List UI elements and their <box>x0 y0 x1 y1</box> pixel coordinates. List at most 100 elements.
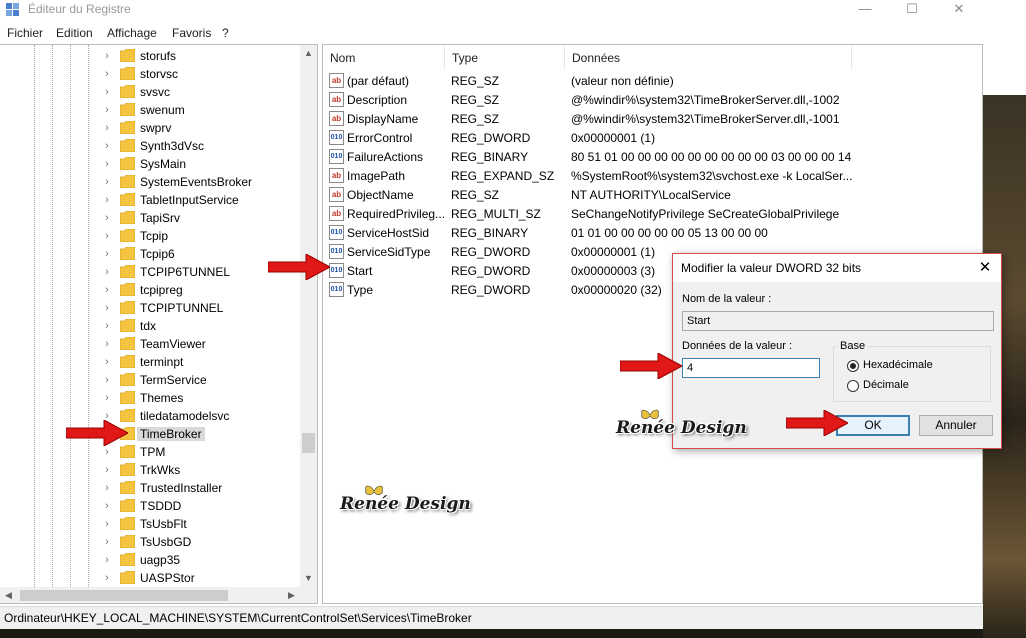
tree-item[interactable]: › TrkWks <box>0 461 300 479</box>
chevron-right-icon[interactable]: › <box>102 554 112 566</box>
scroll-down-icon[interactable]: ▼ <box>300 570 317 587</box>
tree-item[interactable]: ›TimeBroker <box>0 425 300 443</box>
close-button[interactable]: ✕ <box>936 0 982 20</box>
tree-item[interactable]: › TSDDD <box>0 497 300 515</box>
cancel-button[interactable]: Annuler <box>919 415 993 436</box>
table-row[interactable]: ab RequiredPrivileg... REG_MULTI_SZ SeChang… <box>323 204 983 223</box>
chevron-right-icon[interactable]: › <box>102 572 112 584</box>
radio-decimal[interactable] <box>847 380 859 392</box>
chevron-right-icon[interactable]: › <box>102 266 112 278</box>
tree-item[interactable]: › Tcpip <box>0 227 300 245</box>
tree-item[interactable]: › TabletInputService <box>0 191 300 209</box>
chevron-right-icon[interactable]: › <box>102 212 112 224</box>
scroll-up-icon[interactable]: ▲ <box>300 45 317 62</box>
tree-item[interactable]: › TPM <box>0 443 300 461</box>
chevron-right-icon[interactable]: › <box>102 104 112 116</box>
table-row[interactable]: ab ImagePath REG_EXPAND_SZ %SystemRoot%\sys… <box>323 166 983 185</box>
chevron-right-icon[interactable]: › <box>102 248 112 260</box>
tree-item[interactable]: › Synth3dVsc <box>0 137 300 155</box>
chevron-right-icon[interactable]: › <box>102 536 112 548</box>
tree-item[interactable]: › SystemEventsBroker <box>0 173 300 191</box>
chevron-right-icon[interactable]: › <box>102 356 112 368</box>
tree-vertical-scrollbar[interactable]: ▲ ▼ <box>300 45 317 587</box>
tree-item-label: terminpt <box>140 355 184 369</box>
chevron-right-icon[interactable]: › <box>102 392 112 404</box>
menu-fichier[interactable]: Fichier <box>7 26 43 40</box>
folder-icon <box>120 337 135 350</box>
table-row[interactable]: ab DisplayName REG_SZ @%windir%\system32\Ti… <box>323 109 983 128</box>
folder-icon <box>120 373 135 386</box>
menu-help[interactable]: ? <box>222 26 229 40</box>
tree-item[interactable]: › TeamViewer <box>0 335 300 353</box>
table-row[interactable]: ab (par défaut) REG_SZ (valeur non définie) <box>323 71 983 90</box>
chevron-right-icon[interactable]: › <box>102 194 112 206</box>
column-header-name[interactable]: Nom <box>323 45 445 69</box>
table-row[interactable]: ab ObjectName REG_SZ NT AUTHORITY\LocalServ… <box>323 185 983 204</box>
tree-item[interactable]: › swprv <box>0 119 300 137</box>
menu-affichage[interactable]: Affichage <box>107 26 157 40</box>
tree-item-label: tdx <box>140 319 157 333</box>
table-row[interactable]: 010 ServiceHostSid REG_BINARY 01 01 00 00 0… <box>323 223 983 242</box>
tree-item[interactable]: › tdx <box>0 317 300 335</box>
radio-hexadecimal-label[interactable]: Hexadécimale <box>863 359 933 371</box>
scroll-left-icon[interactable]: ◀ <box>0 587 17 603</box>
radio-hexadecimal[interactable] <box>847 360 859 372</box>
maximize-button[interactable]: ☐ <box>889 0 935 20</box>
folder-icon <box>120 193 135 206</box>
chevron-right-icon[interactable]: › <box>102 176 112 188</box>
table-row[interactable]: 010 ErrorControl REG_DWORD 0x00000001 (1) <box>323 128 983 147</box>
chevron-right-icon[interactable]: › <box>102 50 112 62</box>
table-row[interactable]: 010 FailureActions REG_BINARY 80 51 01 00 0… <box>323 147 983 166</box>
tree-item[interactable]: › TCPIPTUNNEL <box>0 299 300 317</box>
tree-item[interactable]: › TrustedInstaller <box>0 479 300 497</box>
tree-item[interactable]: › TermService <box>0 371 300 389</box>
chevron-right-icon[interactable]: › <box>102 500 112 512</box>
value-data-input[interactable]: 4 <box>682 358 820 378</box>
scroll-right-icon[interactable]: ▶ <box>283 587 300 603</box>
tree-vertical-scroll-thumb[interactable] <box>302 433 315 453</box>
radio-decimal-label[interactable]: Décimale <box>863 379 909 391</box>
tree-item[interactable]: › terminpt <box>0 353 300 371</box>
folder-icon <box>120 517 135 530</box>
chevron-right-icon[interactable]: › <box>102 518 112 530</box>
chevron-right-icon[interactable]: › <box>102 68 112 80</box>
chevron-right-icon[interactable]: › <box>102 86 112 98</box>
tree-item[interactable]: › SysMain <box>0 155 300 173</box>
dialog-close-icon[interactable]: ✕ <box>973 257 997 279</box>
tree-item[interactable]: › uagp35 <box>0 551 300 569</box>
tree-item[interactable]: › TapiSrv <box>0 209 300 227</box>
window-title: Éditeur du Registre <box>28 2 131 16</box>
column-header-data[interactable]: Données <box>565 45 852 69</box>
chevron-right-icon[interactable]: › <box>102 158 112 170</box>
tree-item[interactable]: › tiledatamodelsvc <box>0 407 300 425</box>
chevron-right-icon[interactable]: › <box>102 122 112 134</box>
chevron-right-icon[interactable]: › <box>102 482 112 494</box>
tree-item[interactable]: › TsUsbGD <box>0 533 300 551</box>
tree-item[interactable]: › tcpipreg <box>0 281 300 299</box>
chevron-right-icon[interactable]: › <box>102 464 112 476</box>
chevron-right-icon[interactable]: › <box>102 320 112 332</box>
tree-item[interactable]: › TsUsbFlt <box>0 515 300 533</box>
tree-item[interactable]: › storvsc <box>0 65 300 83</box>
dialog-title: Modifier la valeur DWORD 32 bits <box>681 261 862 275</box>
menu-edition[interactable]: Edition <box>56 26 93 40</box>
tree-item[interactable]: › Tcpip6 <box>0 245 300 263</box>
chevron-right-icon[interactable]: › <box>102 338 112 350</box>
tree-item[interactable]: › swenum <box>0 101 300 119</box>
tree-item[interactable]: › TCPIP6TUNNEL <box>0 263 300 281</box>
menu-favoris[interactable]: Favoris <box>172 26 211 40</box>
chevron-right-icon[interactable]: › <box>102 302 112 314</box>
tree-item[interactable]: › storufs <box>0 47 300 65</box>
tree-horizontal-scroll-thumb[interactable] <box>20 590 228 601</box>
minimize-button[interactable]: — <box>842 0 888 20</box>
chevron-right-icon[interactable]: › <box>102 230 112 242</box>
chevron-right-icon[interactable]: › <box>102 374 112 386</box>
tree-item[interactable]: › Themes <box>0 389 300 407</box>
chevron-right-icon[interactable]: › <box>102 284 112 296</box>
chevron-right-icon[interactable]: › <box>102 140 112 152</box>
tree-item[interactable]: › UASPStor <box>0 569 300 587</box>
chevron-right-icon[interactable]: › <box>102 446 112 458</box>
table-row[interactable]: ab Description REG_SZ @%windir%\system32\Ti… <box>323 90 983 109</box>
tree-item[interactable]: › svsvc <box>0 83 300 101</box>
column-header-type[interactable]: Type <box>445 45 565 69</box>
